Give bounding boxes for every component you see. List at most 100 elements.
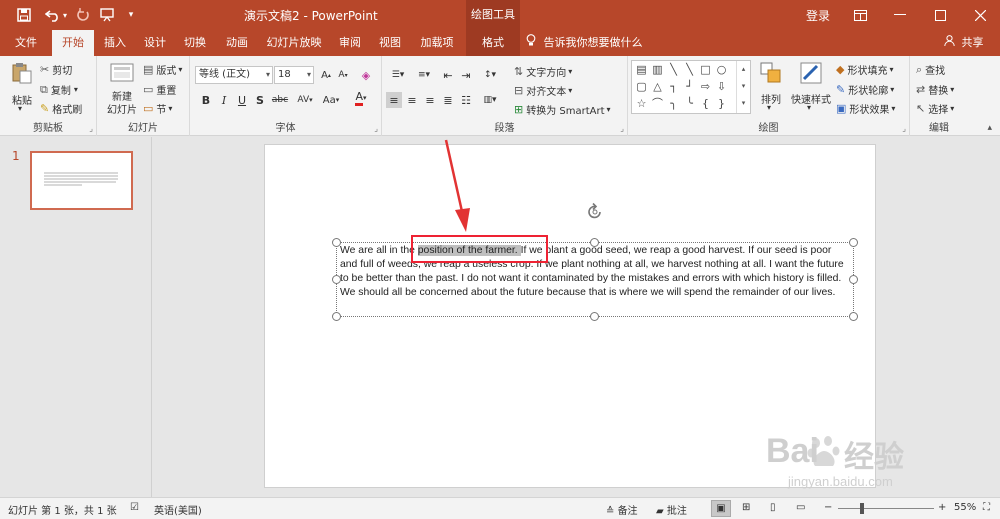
justify-icon[interactable]: ≣	[440, 92, 456, 108]
dialog-launcher-icon[interactable]: ⌟	[89, 124, 93, 133]
change-case-button[interactable]: Aa ▾	[320, 92, 342, 108]
find-button[interactable]: ⌕ 查找	[916, 62, 945, 78]
rectangle-shape-icon[interactable]: □	[699, 63, 712, 76]
numbering-icon[interactable]: ≡▾	[412, 67, 436, 83]
slide-sorter-icon[interactable]: ⊞	[742, 502, 750, 513]
clear-formatting-icon[interactable]: ◈	[358, 67, 374, 83]
paste-button[interactable]: 粘贴 ▾	[8, 62, 36, 113]
tab-addins[interactable]: 加载项	[412, 30, 462, 56]
oval-shape-icon[interactable]: ○	[715, 63, 728, 76]
gallery-scroll[interactable]: ▴ ▾ ▾	[736, 61, 750, 113]
tell-me-search[interactable]: 告诉我你想要做什么	[526, 30, 643, 56]
convert-smartart-button[interactable]: ⊞ 转换为 SmartArt ▾	[514, 102, 611, 117]
arc-shape-icon[interactable]: ╰	[683, 97, 696, 110]
language-status[interactable]: 英语(美国)	[154, 502, 202, 517]
resize-handle[interactable]	[332, 312, 341, 321]
curve-shape-icon[interactable]: ⌒	[651, 97, 664, 110]
line-shape-icon[interactable]: ╲	[667, 63, 680, 76]
resize-handle[interactable]	[590, 312, 599, 321]
brace-shape-icon[interactable]: }	[715, 97, 728, 110]
star-shape-icon[interactable]: ☆	[635, 97, 648, 110]
bullets-icon[interactable]: ☰▾	[386, 67, 410, 83]
rounded-rect-shape-icon[interactable]: ▢	[635, 80, 648, 93]
save-icon[interactable]	[12, 5, 36, 25]
section-button[interactable]: ▭ 节 ▾	[143, 101, 172, 116]
increase-indent-icon[interactable]: ⇥	[458, 67, 474, 83]
tab-slideshow[interactable]: 幻灯片放映	[260, 30, 328, 56]
minimize-icon[interactable]	[880, 0, 920, 30]
connector-shape-icon[interactable]: ┐	[667, 80, 680, 93]
quick-styles-button[interactable]: 快速样式 ▾	[788, 62, 834, 112]
login-link[interactable]: 登录	[806, 7, 830, 24]
tab-file[interactable]: 文件	[6, 30, 46, 56]
shapes-gallery[interactable]: ▤ ▥ ╲ ╲ □ ○ ▢ △ ┐ ┘ ⇨ ⇩ ☆ ⌒ ╮ ╰ { } ▴ ▾ ▾	[631, 60, 751, 114]
redo-icon[interactable]	[74, 5, 92, 25]
shrink-font-icon[interactable]: A ▾	[335, 67, 351, 83]
resize-handle[interactable]	[590, 238, 599, 247]
zoom-in-button[interactable]: +	[938, 502, 946, 513]
triangle-shape-icon[interactable]: △	[651, 80, 664, 93]
customize-qat-icon[interactable]: ▾	[124, 5, 138, 25]
close-icon[interactable]	[960, 0, 1000, 30]
shape-fill-button[interactable]: ◆ 形状填充 ▾	[836, 62, 893, 77]
fit-to-window-icon[interactable]: ⛶	[983, 502, 990, 513]
line-shape-icon[interactable]: ╲	[683, 63, 696, 76]
reset-button[interactable]: ▭ 重置	[143, 82, 176, 97]
comments-button[interactable]: ▰ 批注	[656, 502, 687, 517]
italic-button[interactable]: I	[216, 92, 232, 108]
zoom-slider-track[interactable]	[838, 508, 934, 509]
tab-view[interactable]: 视图	[372, 30, 408, 56]
shape-effects-button[interactable]: ▣ 形状效果 ▾	[836, 101, 895, 116]
line-spacing-icon[interactable]: ↕▾	[478, 67, 502, 83]
brace-shape-icon[interactable]: {	[699, 97, 712, 110]
resize-handle[interactable]	[849, 275, 858, 284]
elbow-connector-shape-icon[interactable]: ┘	[683, 80, 696, 93]
copy-button[interactable]: ⧉ 复制 ▾	[40, 82, 78, 98]
bold-button[interactable]: B	[198, 92, 214, 108]
text-shadow-button[interactable]: S	[252, 92, 268, 108]
tab-format[interactable]: 格式	[466, 30, 520, 56]
align-left-icon[interactable]: ≡	[386, 92, 402, 108]
share-button[interactable]: 共享	[944, 30, 984, 56]
slide-thumbnail[interactable]	[30, 151, 133, 210]
new-slide-button[interactable]: 新建 幻灯片	[101, 62, 143, 118]
character-spacing-button[interactable]: AV ▾	[294, 92, 316, 108]
down-arrow-shape-icon[interactable]: ⇩	[715, 80, 728, 93]
textbox-shape-icon[interactable]: ▤	[635, 63, 648, 76]
slideshow-view-icon[interactable]: ▭	[796, 502, 805, 513]
dialog-launcher-icon[interactable]: ⌟	[902, 124, 906, 133]
arc-shape-icon[interactable]: ╮	[667, 97, 680, 110]
font-color-button[interactable]: A ▾	[350, 90, 372, 106]
ribbon-display-icon[interactable]	[840, 0, 880, 30]
font-name-combo[interactable]: 等线 (正文) ▾	[195, 66, 273, 84]
present-icon[interactable]	[98, 5, 116, 25]
zoom-level[interactable]: 55%	[954, 502, 976, 513]
grow-font-icon[interactable]: A ▴	[318, 67, 334, 83]
rotate-handle-icon[interactable]	[585, 202, 605, 222]
shape-outline-button[interactable]: ✎ 形状轮廓 ▾	[836, 82, 894, 97]
zoom-slider-thumb[interactable]	[860, 503, 864, 514]
arrange-button[interactable]: 排列 ▾	[756, 62, 786, 112]
layout-button[interactable]: ▤ 版式 ▾	[143, 62, 182, 77]
distributed-icon[interactable]: ☷	[458, 92, 474, 108]
font-size-combo[interactable]: 18 ▾	[274, 66, 314, 84]
tab-review[interactable]: 审阅	[332, 30, 368, 56]
tab-home[interactable]: 开始	[52, 30, 94, 56]
tab-insert[interactable]: 插入	[96, 30, 134, 56]
tab-design[interactable]: 设计	[136, 30, 174, 56]
undo-icon[interactable]: ▾	[42, 5, 70, 25]
tab-transitions[interactable]: 切换	[176, 30, 214, 56]
decrease-indent-icon[interactable]: ⇤	[440, 67, 456, 83]
normal-view-icon[interactable]: ▣	[711, 500, 731, 517]
tab-animations[interactable]: 动画	[218, 30, 256, 56]
align-text-button[interactable]: ⊟ 对齐文本 ▾	[514, 83, 572, 98]
maximize-icon[interactable]	[920, 0, 960, 30]
text-direction-button[interactable]: ⇅ 文字方向 ▾	[514, 64, 572, 79]
underline-button[interactable]: U	[234, 92, 250, 108]
dialog-launcher-icon[interactable]: ⌟	[620, 124, 624, 133]
resize-handle[interactable]	[849, 312, 858, 321]
arrow-shape-icon[interactable]: ⇨	[699, 80, 712, 93]
reading-view-icon[interactable]: ▯	[770, 502, 776, 513]
resize-handle[interactable]	[332, 238, 341, 247]
dialog-launcher-icon[interactable]: ⌟	[374, 124, 378, 133]
